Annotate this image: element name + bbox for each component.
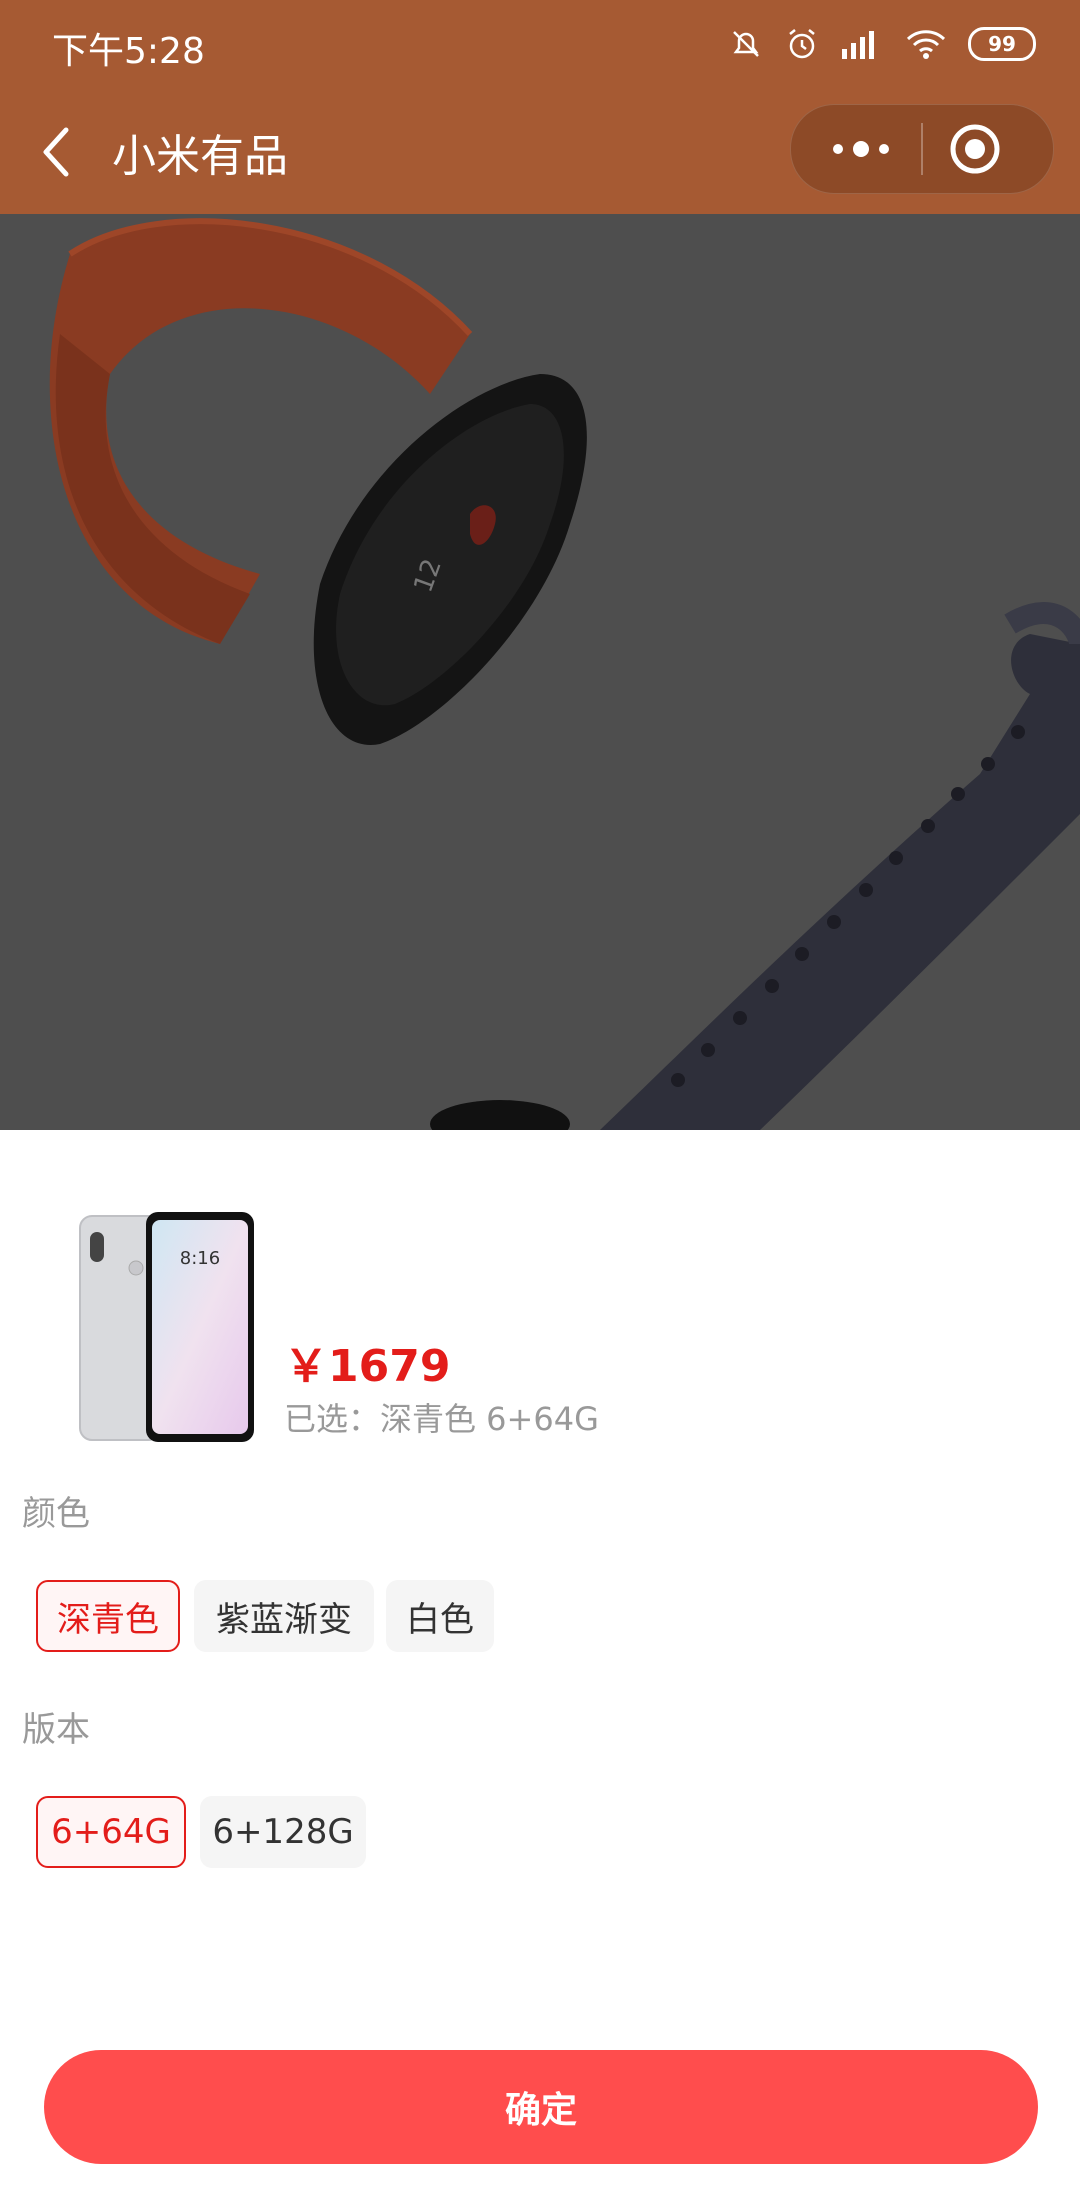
capsule-divider bbox=[921, 123, 923, 175]
status-bar: 下午5:28 99 bbox=[0, 0, 1080, 94]
dot-icon bbox=[879, 144, 889, 154]
version-option-6-128g[interactable]: 6+128G bbox=[200, 1796, 366, 1868]
dot-icon bbox=[833, 144, 843, 154]
product-banner-image: 12 bbox=[0, 214, 1080, 1130]
wifi-icon bbox=[906, 30, 946, 59]
version-option-6-64g[interactable]: 6+64G bbox=[36, 1796, 186, 1868]
version-label: 版本 bbox=[22, 1710, 90, 1750]
dot-icon bbox=[853, 141, 869, 157]
color-label: 颜色 bbox=[22, 1494, 90, 1534]
product-thumbnail: 8:16 bbox=[79, 1212, 254, 1442]
more-options-button[interactable] bbox=[821, 125, 901, 173]
close-miniprogram-icon[interactable] bbox=[947, 121, 1003, 177]
color-option-white[interactable]: 白色 bbox=[386, 1580, 494, 1652]
status-time: 下午5:28 bbox=[52, 31, 205, 72]
thumb-lock-time: 8:16 bbox=[180, 1248, 220, 1269]
alarm-icon bbox=[789, 29, 815, 59]
page-title: 小米有品 bbox=[112, 131, 288, 182]
miniprogram-capsule bbox=[790, 104, 1054, 194]
color-option-purple-blue-gradient[interactable]: 紫蓝渐变 bbox=[194, 1580, 374, 1652]
back-arrow-icon[interactable] bbox=[36, 122, 76, 182]
status-icons: 99 bbox=[728, 26, 1036, 62]
product-price: ￥1679 bbox=[284, 1341, 451, 1392]
sku-selection-sheet: 8:16 ￥1679 已选：深青色 6+64G 颜色 深青色 紫蓝渐变 白色 版… bbox=[0, 1130, 1080, 2198]
mute-bell-icon bbox=[733, 31, 759, 57]
battery-indicator: 99 bbox=[968, 27, 1036, 61]
confirm-button[interactable]: 确定 bbox=[44, 2050, 1038, 2164]
nav-bar: 小米有品 bbox=[0, 94, 1080, 214]
smart-band-photo: 12 bbox=[0, 214, 1080, 1130]
signal-icon bbox=[842, 31, 874, 59]
selected-spec-text: 已选：深青色 6+64G bbox=[284, 1400, 599, 1438]
color-option-dark-cyan[interactable]: 深青色 bbox=[36, 1580, 180, 1652]
